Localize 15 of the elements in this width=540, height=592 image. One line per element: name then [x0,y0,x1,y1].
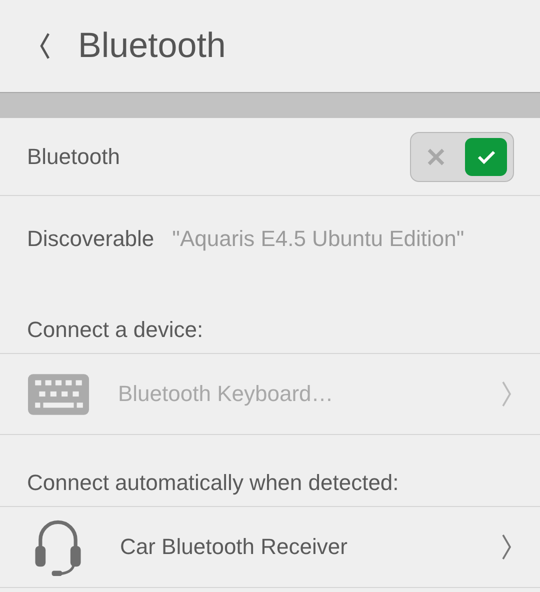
section-header: Connect a device: [0,282,540,354]
x-icon [426,146,446,166]
device-row[interactable]: Car Bluetooth Receiver [0,507,540,588]
toggle-switch[interactable] [410,132,514,182]
section-header: Connect automatically when detected: [0,435,540,507]
row-label: Bluetooth [27,144,120,170]
device-name: Bluetooth Keyboard… [118,381,334,407]
device-name-value: "Aquaris E4.5 Ubuntu Edition" [172,226,464,252]
page-title: Bluetooth [78,26,226,66]
chevron-icon [501,380,512,408]
device-name: Car Bluetooth Receiver [120,534,348,560]
back-icon[interactable] [38,31,52,61]
chevron-icon [501,533,512,561]
keyboard-icon [28,374,89,414]
row-label: Discoverable [27,226,154,252]
